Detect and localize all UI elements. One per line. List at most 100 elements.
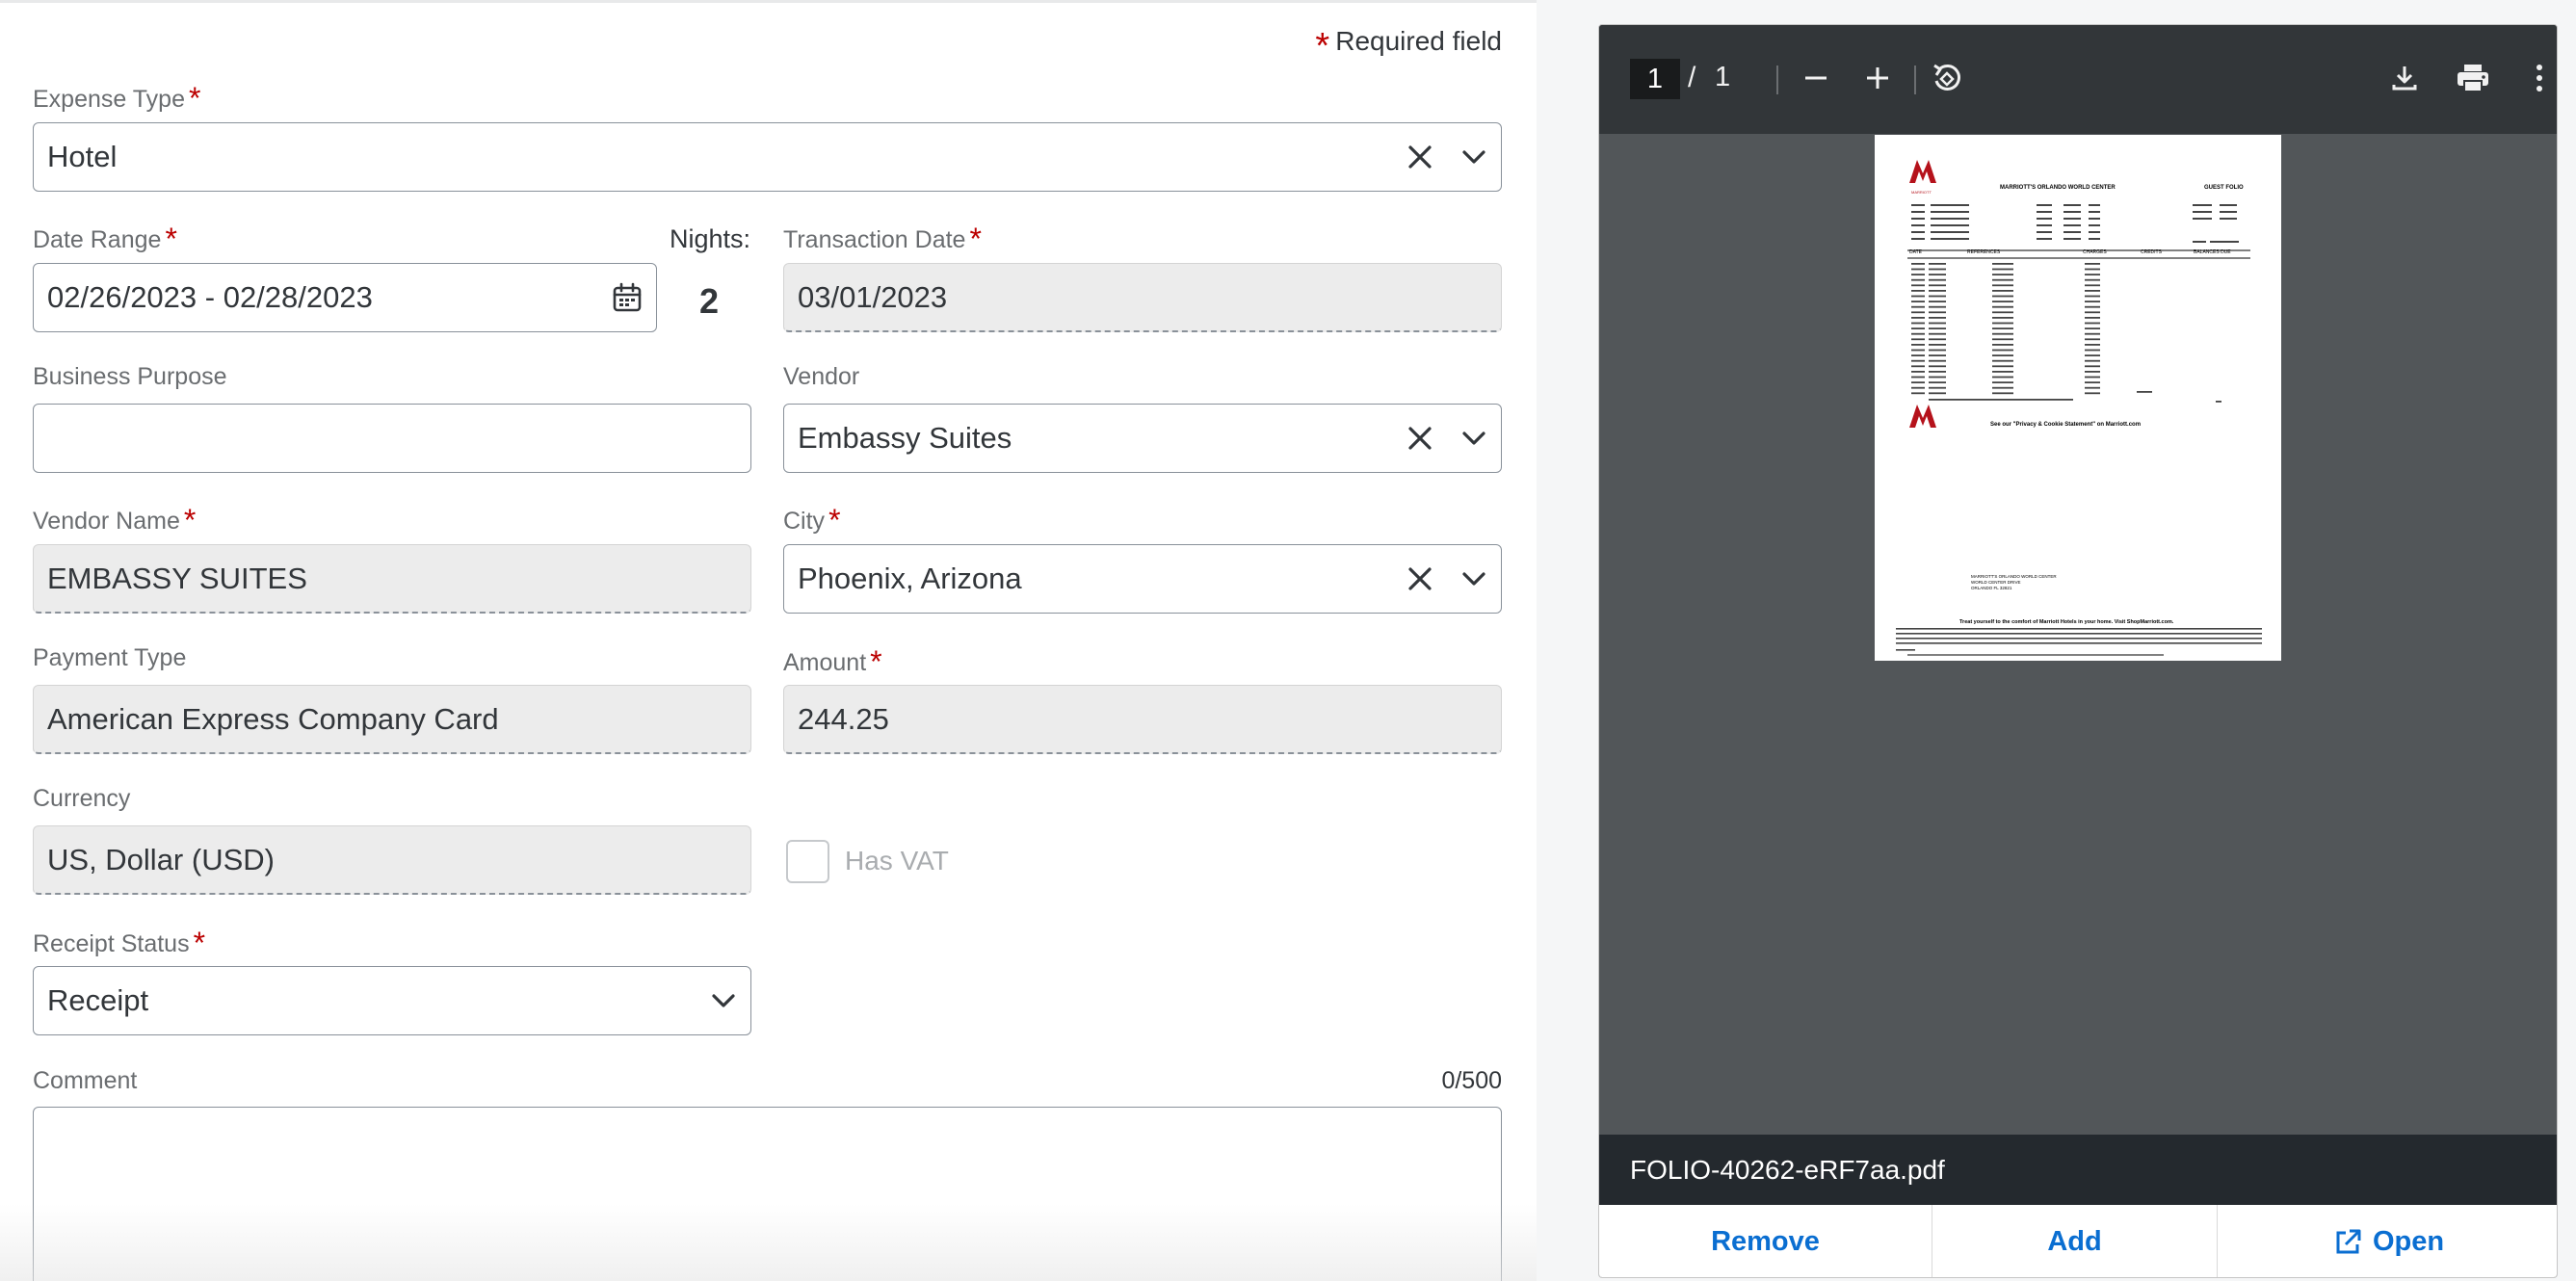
folio-text-line — [2037, 218, 2052, 220]
folio-text-line — [1911, 344, 1925, 346]
chevron-down-icon[interactable] — [697, 974, 750, 1028]
more-options-button[interactable] — [2517, 58, 2557, 102]
city-label-text: City — [783, 508, 826, 535]
zoom-in-button[interactable] — [1855, 58, 1900, 102]
zoom-out-button[interactable] — [1794, 58, 1838, 102]
folio-text-line — [1929, 359, 1946, 362]
city-select[interactable]: Phoenix, Arizona — [783, 544, 1502, 614]
folio-text-line — [1929, 354, 1946, 356]
clear-icon[interactable] — [1393, 411, 1447, 465]
vendor-name-field: EMBASSY SUITES — [33, 544, 751, 614]
folio-text-line — [1911, 301, 1925, 302]
comment-label: Comment — [33, 1067, 138, 1094]
comment-textarea[interactable] — [33, 1107, 1502, 1281]
folio-text-line — [1911, 354, 1925, 356]
city-label: City * — [783, 503, 841, 538]
folio-text-line — [1929, 338, 1946, 341]
folio-text-line — [1992, 263, 2013, 265]
folio-hotel-name: MARRIOTT'S ORLANDO WORLD CENTER — [2000, 185, 2116, 191]
clear-icon[interactable] — [1393, 552, 1447, 606]
folio-text-line — [2220, 211, 2237, 213]
folio-text-line — [1929, 349, 1946, 352]
folio-text-line — [2085, 376, 2100, 379]
folio-text-line — [1911, 327, 1925, 329]
required-marker: * — [193, 926, 206, 960]
folio-text-line — [1911, 386, 1925, 389]
vendor-label: Vendor — [783, 363, 860, 390]
payment-type-value: American Express Company Card — [47, 701, 499, 736]
clear-icon[interactable] — [1393, 130, 1447, 184]
folio-text-line — [1931, 224, 1969, 226]
folio-col-charges: CHARGES — [2083, 249, 2107, 255]
add-button[interactable]: Add — [1932, 1205, 2218, 1277]
folio-text-line — [1911, 263, 1925, 265]
folio-text-line — [2037, 224, 2052, 226]
pdf-toolbar: 1 / 1 — [1599, 25, 2557, 134]
folio-text-line — [1992, 392, 2013, 395]
folio-text-line — [2089, 218, 2100, 220]
folio-text-line — [1992, 290, 2013, 292]
open-button[interactable]: Open — [2218, 1205, 2557, 1277]
folio-text-line — [2085, 322, 2100, 325]
folio-text-line — [1929, 381, 1946, 383]
folio-text-line — [1929, 322, 1946, 325]
chevron-down-icon[interactable] — [1447, 411, 1501, 465]
download-button[interactable] — [2382, 58, 2427, 102]
has-vat-label: Has VAT — [845, 846, 949, 876]
chevron-down-icon[interactable] — [1447, 130, 1501, 184]
folio-text-line — [1992, 295, 2013, 298]
date-range-value: 02/26/2023 - 02/28/2023 — [47, 280, 373, 314]
folio-text-line — [1929, 311, 1946, 314]
business-purpose-label: Business Purpose — [33, 363, 227, 390]
print-button[interactable] — [2451, 58, 2495, 102]
folio-text-line — [1896, 649, 1915, 651]
business-purpose-input[interactable] — [33, 404, 751, 473]
receipt-status-value: Receipt — [47, 983, 149, 1017]
folio-text-line — [1992, 349, 2013, 352]
expense-type-label-text: Expense Type — [33, 86, 185, 113]
vendor-select[interactable]: Embassy Suites — [783, 404, 1502, 473]
folio-text-line — [2089, 231, 2100, 233]
folio-text-line — [1911, 231, 1925, 233]
folio-text-line — [1896, 628, 2262, 630]
transaction-date-value: 03/01/2023 — [798, 279, 948, 314]
folio-text-line — [1896, 638, 2262, 640]
folio-text-line — [1911, 311, 1925, 314]
folio-text-line — [1911, 317, 1925, 319]
calendar-icon[interactable] — [600, 271, 654, 325]
remove-button[interactable]: Remove — [1599, 1205, 1932, 1277]
folio-text-line — [2085, 354, 2100, 356]
receipt-status-select[interactable]: Receipt — [33, 966, 751, 1035]
date-range-picker[interactable]: 02/26/2023 - 02/28/2023 — [33, 263, 657, 332]
folio-text-line — [2089, 238, 2100, 240]
folio-text-line — [2085, 359, 2100, 362]
folio-text-line — [2037, 204, 2052, 206]
required-marker: * — [969, 222, 982, 256]
folio-text-line — [2085, 290, 2100, 292]
has-vat-checkbox[interactable] — [786, 840, 829, 883]
expense-type-label: Expense Type * — [33, 81, 200, 117]
folio-text-line — [2085, 392, 2100, 395]
marriott-logo-icon — [1909, 405, 1936, 428]
business-purpose-text-input[interactable] — [47, 421, 750, 456]
chevron-down-icon[interactable] — [1447, 552, 1501, 606]
folio-text-line — [1911, 381, 1925, 383]
date-range-label: Date Range * — [33, 222, 177, 257]
city-value: Phoenix, Arizona — [798, 562, 1022, 595]
page-number-input[interactable]: 1 — [1630, 59, 1680, 99]
required-marker: * — [183, 503, 197, 537]
folio-text-line — [2193, 204, 2212, 206]
folio-text-line — [1911, 295, 1925, 298]
folio-text-line — [1911, 204, 1925, 206]
open-button-label: Open — [2372, 1226, 2445, 1257]
expense-type-select[interactable]: Hotel — [33, 122, 1502, 192]
rotate-button[interactable] — [1925, 58, 1969, 102]
folio-text-line — [1992, 381, 2013, 383]
folio-text-line — [2085, 332, 2100, 335]
folio-text-line — [1992, 305, 2013, 308]
folio-text-line — [1992, 327, 2013, 329]
toolbar-divider — [1914, 65, 1916, 94]
folio-text-line — [2085, 349, 2100, 352]
folio-text-line — [1929, 392, 1946, 395]
folio-text-line — [1992, 274, 2013, 275]
